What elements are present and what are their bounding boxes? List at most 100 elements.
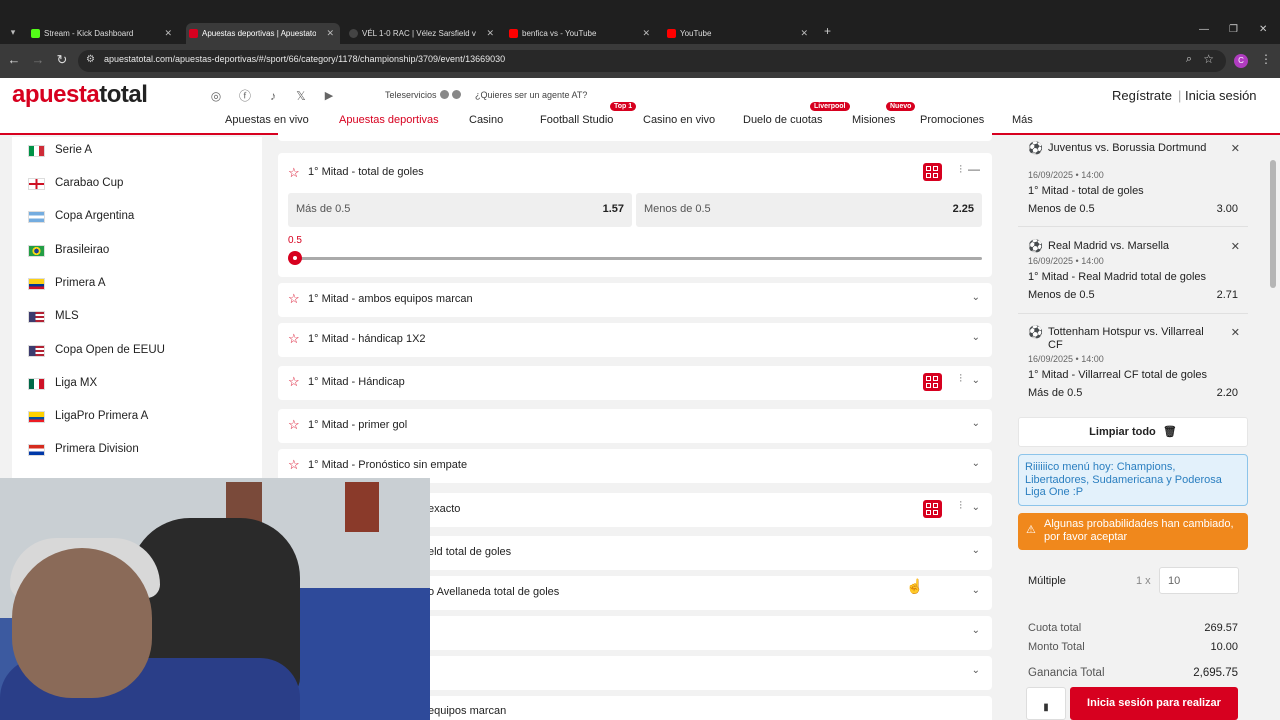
market-row[interactable]: ☆ 1° Mitad - ambos equipos marcan ⌄ [278, 283, 992, 317]
browser-tab[interactable]: YouTube ✕ [664, 23, 814, 44]
browser-tab-active[interactable]: Apuestas deportivas | Apuestatotal ✕ [186, 23, 340, 44]
forward-icon[interactable]: → [30, 52, 46, 67]
chevron-down-icon[interactable]: ⌄ [972, 585, 980, 596]
address-bar[interactable]: ⚙ apuestatotal.com/apuestas-deportivas/#… [78, 50, 1226, 72]
youtube-icon[interactable]: ▶ [321, 88, 337, 104]
nav-mas[interactable]: Más [1012, 114, 1033, 126]
teleservicios-link[interactable]: Teleservicios [385, 90, 461, 100]
favorite-star-icon[interactable]: ☆ [288, 165, 300, 181]
favorite-star-icon[interactable]: ☆ [288, 332, 300, 346]
sliders-icon[interactable]: ⫶ [959, 373, 962, 386]
save-bet-button[interactable]: ▮ [1026, 687, 1066, 720]
facebook-icon[interactable]: ⓕ [237, 88, 253, 104]
remove-bet-icon[interactable]: ✕ [1231, 240, 1240, 253]
odd-button-under[interactable]: Menos de 0.5 2.25 [636, 193, 982, 227]
grid-view-icon[interactable] [923, 163, 942, 181]
favorite-star-icon[interactable]: ☆ [288, 375, 300, 389]
nav-promociones[interactable]: Promociones [920, 114, 984, 126]
league-item-copa-open-eeuu[interactable]: Copa Open de EEUU [28, 341, 258, 361]
remove-bet-icon[interactable]: ✕ [1231, 142, 1240, 155]
chevron-down-icon[interactable]: ⌄ [972, 418, 980, 429]
goal-line-slider-track[interactable] [296, 257, 982, 260]
close-tab-icon[interactable]: ✕ [642, 23, 650, 44]
close-tab-icon[interactable]: ✕ [800, 23, 808, 44]
league-item-primera-a[interactable]: Primera A [28, 274, 258, 294]
chevron-down-icon[interactable]: ⌄ [972, 332, 980, 343]
browser-tab[interactable]: Stream - Kick Dashboard ✕ [28, 23, 178, 44]
chevron-down-icon[interactable]: ⌄ [972, 458, 980, 469]
collapse-icon[interactable]: — [968, 162, 980, 176]
tiktok-icon[interactable]: ♪ [265, 88, 281, 104]
odd-button-over[interactable]: Más de 0.5 1.57 [288, 193, 632, 227]
chevron-down-icon[interactable]: ⌄ [972, 292, 980, 303]
instagram-icon[interactable]: ◎ [208, 88, 224, 104]
restore-icon[interactable]: ❐ [1229, 24, 1238, 35]
profile-avatar[interactable]: C [1234, 54, 1248, 68]
chevron-down-icon[interactable]: ⌄ [972, 375, 980, 386]
favorite-star-icon[interactable]: ☆ [288, 418, 300, 432]
close-tab-icon[interactable]: ✕ [486, 23, 494, 44]
nav-misiones[interactable]: Misiones [852, 114, 895, 126]
favorite-star-icon[interactable]: ☆ [288, 458, 300, 472]
brazil-flag-icon [28, 245, 45, 257]
site-info-icon[interactable]: ⚙ [86, 54, 95, 65]
reload-icon[interactable]: ↻ [54, 52, 70, 68]
minimize-icon[interactable]: — [1199, 24, 1209, 35]
sliders-icon[interactable]: ⫶ [959, 500, 962, 513]
chevron-down-icon[interactable]: ⌄ [972, 665, 980, 676]
clear-all-button[interactable]: Limpiar todo 🗑 [1018, 417, 1248, 447]
nav-casino[interactable]: Casino [469, 114, 503, 126]
nav-apuestas-en-vivo[interactable]: Apuestas en vivo [225, 114, 309, 126]
league-item-copa-argentina[interactable]: Copa Argentina [28, 207, 258, 227]
browser-tab[interactable]: VÉL 1-0 RAC | Vélez Sarsfield vs. Racing… [346, 23, 500, 44]
remove-bet-icon[interactable]: ✕ [1231, 326, 1240, 339]
chevron-down-icon[interactable]: ⌄ [972, 502, 980, 513]
browser-tab[interactable]: benfica vs - YouTube ✕ [506, 23, 656, 44]
league-item-liga-mx[interactable]: Liga MX [28, 374, 258, 394]
chevron-down-icon[interactable]: ⌄ [972, 625, 980, 636]
login-to-bet-button[interactable]: Inicia sesión para realizar [1070, 687, 1238, 720]
league-item-mls[interactable]: MLS [28, 307, 258, 327]
market-row[interactable]: ☆ 1° Mitad - hándicap 1X2 ⌄ [278, 323, 992, 357]
betslip-panel: ⚽ Juventus vs. Borussia Dortmund ✕ 16/09… [1008, 137, 1260, 720]
ecuador-flag-icon [28, 411, 45, 423]
market-row[interactable]: ☆ 1° Mitad - Hándicap ⫶ ⌄ [278, 366, 992, 400]
bookmark-star-icon[interactable]: ☆ [1203, 52, 1214, 66]
league-item-carabao-cup[interactable]: Carabao Cup [28, 174, 258, 194]
close-window-icon[interactable]: ✕ [1259, 24, 1267, 35]
league-item-serie-a[interactable]: Serie A [28, 141, 258, 161]
agente-link[interactable]: ¿Quieres ser un agente AT? [475, 90, 587, 100]
league-item-brasileirao[interactable]: Brasileirao [28, 241, 258, 261]
market-row-partial [278, 129, 992, 141]
nav-duelo-de-cuotas[interactable]: Duelo de cuotas [743, 114, 823, 126]
chevron-down-icon[interactable]: ⌄ [972, 545, 980, 556]
nav-casino-en-vivo[interactable]: Casino en vivo [643, 114, 715, 126]
league-item-ligapro-primera-a[interactable]: LigaPro Primera A [28, 407, 258, 427]
nav-football-studio[interactable]: Football Studio [540, 114, 613, 126]
favorite-star-icon[interactable]: ☆ [288, 292, 300, 306]
page-scrollbar[interactable] [1270, 160, 1276, 288]
tab-search-dropdown-icon[interactable]: ▾ [6, 25, 20, 39]
grid-view-icon[interactable] [923, 500, 942, 518]
sliders-icon[interactable]: ⫶ [959, 164, 962, 177]
new-tab-icon[interactable]: + [824, 24, 831, 38]
bookmark-icon: ▮ [1043, 702, 1049, 713]
stake-input[interactable] [1159, 567, 1239, 594]
apuestatotal-logo[interactable]: apuestatotal [12, 81, 148, 109]
browser-menu-icon[interactable]: ⋮ [1260, 52, 1272, 66]
grid-view-icon[interactable] [923, 373, 942, 391]
back-icon[interactable]: ← [6, 52, 22, 67]
total-winnings-row: Ganancia Total 2,695.75 [1028, 667, 1238, 679]
login-link[interactable]: Inicia sesión [1185, 88, 1257, 103]
goal-line-slider-handle[interactable] [288, 251, 302, 265]
close-tab-icon[interactable]: ✕ [326, 23, 334, 44]
close-tab-icon[interactable]: ✕ [164, 23, 172, 44]
nav-apuestas-deportivas[interactable]: Apuestas deportivas [339, 114, 439, 133]
promo-message: Riiiiiico menú hoy: Champions, Libertado… [1018, 454, 1248, 506]
league-item-primera-division[interactable]: Primera Division [28, 440, 258, 460]
apuestatotal-favicon-icon [189, 29, 198, 38]
zoom-icon[interactable]: ⌕ [1186, 53, 1192, 66]
x-twitter-icon[interactable]: 𝕏 [293, 88, 309, 104]
market-row[interactable]: ☆ 1° Mitad - primer gol ⌄ [278, 409, 992, 443]
register-link[interactable]: Regístrate [1112, 88, 1172, 103]
